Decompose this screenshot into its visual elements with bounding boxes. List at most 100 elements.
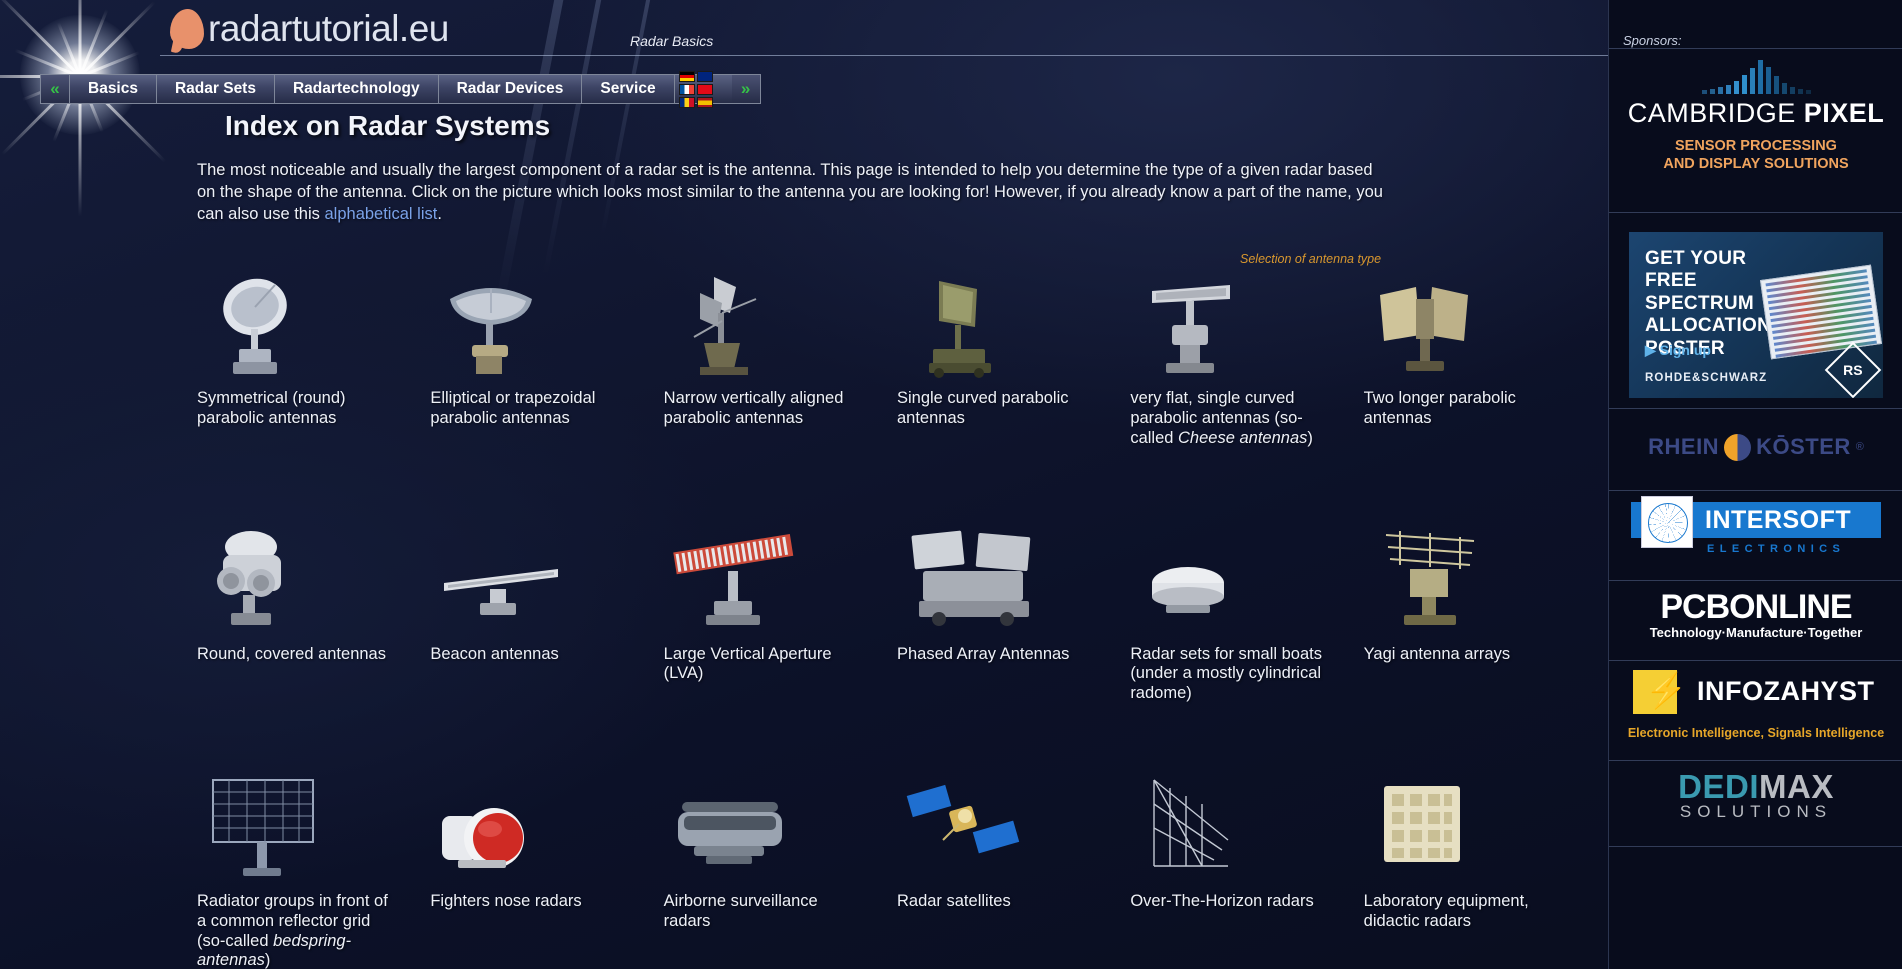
- logo-blob-icon: [170, 9, 204, 49]
- antenna-card-large-vertical-aperture[interactable]: Large Vertical Aperture (LVA): [664, 525, 861, 704]
- antenna-caption: Narrow vertically aligned parabolic ante…: [663, 389, 844, 428]
- flag-united-kingdom-icon[interactable]: [696, 70, 713, 82]
- antenna-card-symmetrical-round-parabolic[interactable]: Symmetrical (round) parabolic antennas: [197, 271, 394, 448]
- page-title: Index on Radar Systems: [225, 110, 551, 141]
- antenna-card-bedspring-antennas[interactable]: Radiator groups in front of a common ref…: [197, 774, 394, 969]
- antenna-card-elliptical-trapezoidal-parabolic[interactable]: Elliptical or trapezoidal parabolic ante…: [430, 271, 627, 448]
- sponsor-pcbonline[interactable]: PCBONLINE Technology·Manufacture·Togethe…: [1609, 588, 1902, 654]
- single-curved-parabolic-icon[interactable]: [897, 271, 1094, 381]
- intro-paragraph: The most noticeable and usually the larg…: [197, 160, 1383, 225]
- sidebar-divider: [1609, 660, 1902, 661]
- antenna-type-grid: Symmetrical (round) parabolic antennas E…: [197, 271, 1597, 969]
- antenna-card-small-boat-radar[interactable]: Radar sets for small boats (under a most…: [1130, 525, 1327, 704]
- nav-item-radar-devices[interactable]: Radar Devices: [437, 75, 582, 103]
- antenna-caption: Elliptical or trapezoidal parabolic ante…: [430, 389, 596, 428]
- page-root: radartutorial.eu Radar Basics « Basics R…: [0, 0, 1902, 969]
- caption-post: ): [264, 951, 271, 969]
- tagline-line-1: SENSOR PROCESSING: [1675, 138, 1837, 154]
- sponsor-cambridge-pixel[interactable]: CAMBRIDGE PIXEL SENSOR PROCESSING AND DI…: [1609, 60, 1902, 200]
- rs-signup-cta[interactable]: ▶ Sign up: [1645, 342, 1711, 359]
- nav-next-arrow-icon[interactable]: »: [731, 75, 760, 103]
- antenna-caption: Over-The-Horizon radars: [1130, 892, 1314, 911]
- antenna-card-over-the-horizon-radar[interactable]: Over-The-Horizon radars: [1130, 774, 1327, 969]
- antenna-card-single-curved-parabolic[interactable]: Single curved parabolic antennas: [897, 271, 1094, 448]
- antenna-card-two-longer-parabolic[interactable]: Two longer parabolic antennas: [1364, 271, 1561, 448]
- round-covered-antenna-icon[interactable]: [197, 525, 394, 637]
- phased-array-antenna-icon[interactable]: [897, 525, 1094, 637]
- main-content: Index on Radar Systems The most noticeab…: [0, 110, 1608, 969]
- flag-spain-icon[interactable]: [696, 96, 713, 108]
- nav-item-basics[interactable]: Basics: [69, 75, 156, 103]
- sponsor-dedimax-solutions[interactable]: DEDIMAX SOLUTIONS: [1609, 768, 1902, 842]
- antenna-card-yagi-arrays[interactable]: Yagi antenna arrays: [1364, 525, 1561, 704]
- nav-item-radartechnology[interactable]: Radartechnology: [273, 75, 438, 103]
- antenna-caption: Radar sets for small boats (under a most…: [1130, 644, 1322, 703]
- radar-satellite-icon[interactable]: [897, 774, 1094, 884]
- lva-antenna-icon[interactable]: [664, 525, 861, 637]
- nav-prev-arrow-icon[interactable]: «: [41, 75, 69, 103]
- sidebar-divider: [1609, 846, 1902, 847]
- antenna-card-cheese-antenna[interactable]: very flat, single curved parabolic anten…: [1130, 271, 1327, 448]
- cambridge-word: CAMBRIDGE: [1627, 98, 1804, 128]
- sidebar-divider: [1609, 760, 1902, 761]
- antenna-card-narrow-vertically-aligned-parabolic[interactable]: Narrow vertically aligned parabolic ante…: [664, 271, 861, 448]
- rs-monogram-text: RS: [1843, 361, 1863, 378]
- dedimax-sub: SOLUTIONS: [1679, 802, 1833, 821]
- cheese-antenna-icon[interactable]: [1130, 271, 1327, 381]
- round-parabolic-dish-icon[interactable]: [197, 271, 394, 381]
- two-longer-parabolic-icon[interactable]: [1364, 271, 1561, 381]
- language-flag-selector[interactable]: [673, 70, 732, 108]
- fighter-nose-radar-icon[interactable]: [430, 774, 627, 884]
- antenna-caption: Phased Array Antennas: [896, 644, 1070, 663]
- sponsor-intersoft-electronics[interactable]: INTERSOFT ELECTRONICS: [1609, 496, 1902, 568]
- infozahyst-bolt-icon: ⚡: [1633, 670, 1687, 714]
- antenna-caption: Airborne surveillance radars: [663, 892, 818, 930]
- airborne-surveillance-radar-icon[interactable]: [664, 774, 861, 884]
- sponsor-rohde-schwarz-banner[interactable]: GET YOUR FREE SPECTRUM ALLOCATION POSTER…: [1629, 232, 1883, 398]
- antenna-card-fighters-nose-radar[interactable]: Fighters nose radars: [430, 774, 627, 969]
- over-the-horizon-radar-icon[interactable]: [1130, 774, 1327, 884]
- antenna-card-radar-satellites[interactable]: Radar satellites: [897, 774, 1094, 969]
- narrow-vertical-parabolic-icon[interactable]: [664, 271, 861, 381]
- nav-item-service[interactable]: Service: [581, 75, 674, 103]
- antenna-card-round-covered[interactable]: Round, covered antennas: [197, 525, 394, 704]
- antenna-caption: very flat, single curved parabolic anten…: [1130, 389, 1327, 448]
- flag-romania-icon[interactable]: [678, 96, 695, 108]
- cambridge-pixel-name: CAMBRIDGE PIXEL: [1609, 98, 1902, 129]
- antenna-card-airborne-surveillance-radar[interactable]: Airborne surveillance radars: [664, 774, 861, 969]
- rs-brand-name: ROHDE&SCHWARZ: [1645, 372, 1768, 384]
- antenna-card-phased-array[interactable]: Phased Array Antennas: [897, 525, 1094, 704]
- spectrum-poster-image: [1759, 264, 1883, 360]
- intro-text-part2: .: [437, 204, 442, 223]
- antenna-caption: Large Vertical Aperture (LVA): [663, 644, 832, 683]
- antenna-caption: Single curved parabolic antennas: [896, 389, 1069, 428]
- yagi-antenna-array-icon[interactable]: [1364, 525, 1561, 637]
- header-divider: [160, 55, 1610, 56]
- nav-item-radar-sets[interactable]: Radar Sets: [155, 75, 274, 103]
- sidebar-divider: [1609, 580, 1902, 581]
- logo-text: radartutorial.eu: [208, 8, 449, 49]
- site-subtitle: Radar Basics: [630, 33, 714, 49]
- pcbonline-name: PCBONLINE: [1660, 588, 1852, 626]
- sponsor-infozahyst[interactable]: ⚡ INFOZAHYST Electronic Intelligence, Si…: [1609, 668, 1902, 754]
- koster-word: KŌSTER: [1756, 434, 1851, 459]
- tagline-line-2: AND DISPLAY SOLUTIONS: [1663, 156, 1849, 173]
- bedspring-antenna-icon[interactable]: [197, 774, 394, 884]
- sidebar-divider: [1609, 212, 1902, 213]
- antenna-card-laboratory-didactic-radar[interactable]: Laboratory equipment, didactic radars: [1364, 774, 1561, 969]
- alphabetical-list-link[interactable]: alphabetical list: [325, 205, 438, 223]
- elliptical-parabolic-dish-icon[interactable]: [430, 271, 627, 381]
- flag-turkey-icon[interactable]: [696, 83, 713, 95]
- flag-germany-icon[interactable]: [678, 70, 695, 82]
- flag-france-icon[interactable]: [678, 83, 695, 95]
- antenna-caption: Symmetrical (round) parabolic antennas: [197, 389, 346, 428]
- beacon-antenna-icon[interactable]: [430, 525, 627, 637]
- sidebar-divider: [1609, 48, 1902, 49]
- sidebar-divider: [1609, 408, 1902, 409]
- infozahyst-sub: Electronic Intelligence, Signals Intelli…: [1627, 726, 1885, 740]
- small-boat-radar-icon[interactable]: [1130, 525, 1327, 637]
- laboratory-radar-icon[interactable]: [1364, 774, 1561, 884]
- antenna-card-beacon-antennas[interactable]: Beacon antennas: [430, 525, 627, 704]
- site-logo[interactable]: radartutorial.eu: [170, 8, 449, 50]
- sponsor-rhein-koster[interactable]: RHEIN KŌSTER ®: [1609, 410, 1902, 484]
